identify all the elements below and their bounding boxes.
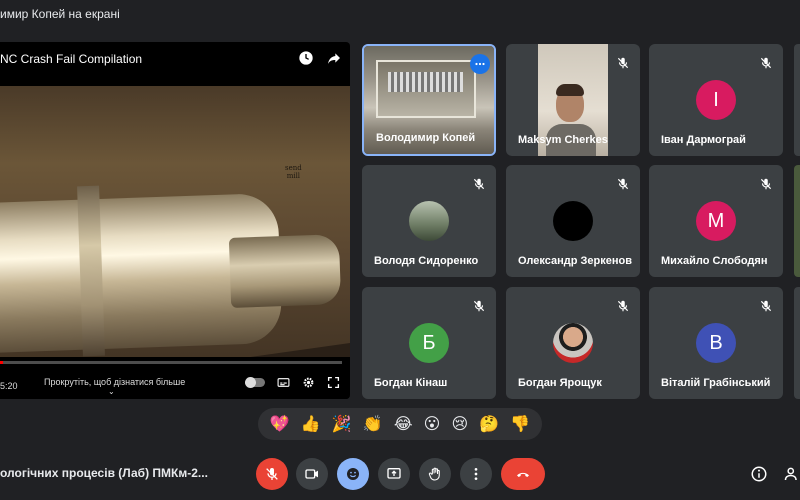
reaction-thinking[interactable]: 🤔 <box>479 416 499 432</box>
mic-off-icon <box>617 300 629 312</box>
video-time: 5:20 <box>0 381 18 391</box>
avatar: В <box>696 323 736 363</box>
meeting-details-button[interactable] <box>749 464 769 484</box>
hand-icon <box>428 467 440 481</box>
participant-tile[interactable]: Богдан Ярощук <box>506 287 640 399</box>
avatar <box>553 323 593 363</box>
participant-tile[interactable]: М Михайло Слободян <box>649 165 783 277</box>
people-icon <box>784 467 797 481</box>
reaction-party[interactable]: 🎉 <box>332 416 352 432</box>
progress-bar[interactable] <box>0 361 342 364</box>
participant-tile[interactable]: В Віталій Грабінський <box>649 287 783 399</box>
video-title[interactable]: NC Crash Fail Compilation <box>0 52 142 66</box>
reaction-laugh[interactable]: 😂 <box>394 416 413 432</box>
reaction-heart[interactable]: 💖 <box>270 416 290 432</box>
avatar <box>409 201 449 241</box>
mic-off-icon <box>617 57 629 69</box>
participant-tile[interactable]: Володя Сидоренко <box>362 165 496 277</box>
video-controls: 5:20 Прокрутіть, щоб дізнатися більше ⌄ <box>0 357 350 399</box>
participant-name: Володимир Копей <box>376 132 476 144</box>
meeting-name: ологічних процесів (Лаб) ПМКм-2... <box>0 466 208 480</box>
partial-tile[interactable] <box>794 287 800 399</box>
bottom-bar: ологічних процесів (Лаб) ПМКм-2... <box>0 448 800 500</box>
video-frame: send mill ⚙ <box>0 86 350 396</box>
participant-tile[interactable]: Володимир Копей <box>362 44 496 156</box>
more-vert-icon <box>474 468 478 480</box>
mic-off-icon <box>473 300 485 312</box>
mic-off-icon <box>266 468 278 480</box>
scroll-hint[interactable]: Прокрутіть, щоб дізнатися більше <box>44 377 185 387</box>
fullscreen-icon[interactable] <box>327 376 340 389</box>
mic-off-icon <box>617 178 629 190</box>
more-options-icon[interactable] <box>470 54 490 74</box>
top-bar: имир Копей на екрані <box>0 0 800 28</box>
participant-name: Богдан Кінаш <box>374 377 448 389</box>
mic-off-icon <box>760 300 772 312</box>
participant-tile[interactable]: І Іван Дармограй <box>649 44 783 156</box>
avatar <box>553 201 593 241</box>
participant-tile[interactable]: Maksym Cherkes <box>506 44 640 156</box>
leave-call-button[interactable] <box>501 458 545 490</box>
clock-icon[interactable] <box>298 50 314 66</box>
participant-name: Михайло Слободян <box>661 255 768 267</box>
reaction-sad[interactable]: 😢 <box>451 416 468 432</box>
reactions-bar: 💖 👍 🎉 👏 😂 😮 😢 🤔 👎 <box>258 408 542 440</box>
reaction-clap[interactable]: 👏 <box>363 416 383 432</box>
partial-tile[interactable] <box>794 165 800 277</box>
people-button[interactable] <box>783 464 800 484</box>
info-icon <box>751 466 767 482</box>
emoji-button[interactable] <box>337 458 369 490</box>
presentation-view[interactable]: NC Crash Fail Compilation send mill ⚙ 5:… <box>0 42 350 399</box>
shaft-end <box>228 234 342 308</box>
avatar: Б <box>409 323 449 363</box>
participant-tile[interactable]: Олександр Зеркенов <box>506 165 640 277</box>
autoplay-toggle[interactable] <box>245 377 265 388</box>
raise-hand-button[interactable] <box>419 458 451 490</box>
participant-tile[interactable]: Б Богдан Кінаш <box>362 287 496 399</box>
camera-toggle-button[interactable] <box>296 458 328 490</box>
participant-name: Maksym Cherkes <box>518 134 608 146</box>
presenter-title: имир Копей на екрані <box>0 7 120 21</box>
participant-name: Володя Сидоренко <box>374 255 479 267</box>
present-icon <box>387 468 401 479</box>
chevron-down-icon[interactable]: ⌄ <box>108 387 115 396</box>
hang-up-icon <box>517 472 529 477</box>
settings-icon[interactable] <box>302 376 315 389</box>
avatar: І <box>696 80 736 120</box>
share-icon[interactable] <box>326 50 342 66</box>
smiley-icon <box>347 468 359 480</box>
participant-name: Богдан Ярощук <box>518 377 602 389</box>
avatar: М <box>696 201 736 241</box>
reaction-thumbs-down[interactable]: 👎 <box>510 416 530 432</box>
partial-tile[interactable] <box>794 44 800 156</box>
participant-name: Віталій Грабінський <box>661 377 771 389</box>
reaction-thumbs-up[interactable]: 👍 <box>301 416 321 432</box>
participant-name: Іван Дармограй <box>661 134 746 146</box>
more-options-button[interactable] <box>460 458 492 490</box>
video-watermark: send mill <box>285 164 302 180</box>
progress-fill <box>0 361 4 364</box>
mic-off-icon <box>760 57 772 69</box>
reaction-surprised[interactable]: 😮 <box>424 416 441 432</box>
mic-toggle-button[interactable] <box>256 458 288 490</box>
mic-off-icon <box>473 178 485 190</box>
present-screen-button[interactable] <box>378 458 410 490</box>
subtitles-icon[interactable] <box>277 376 290 389</box>
mic-off-icon <box>760 178 772 190</box>
camera-icon <box>305 469 318 479</box>
participant-name: Олександр Зеркенов <box>518 255 632 267</box>
